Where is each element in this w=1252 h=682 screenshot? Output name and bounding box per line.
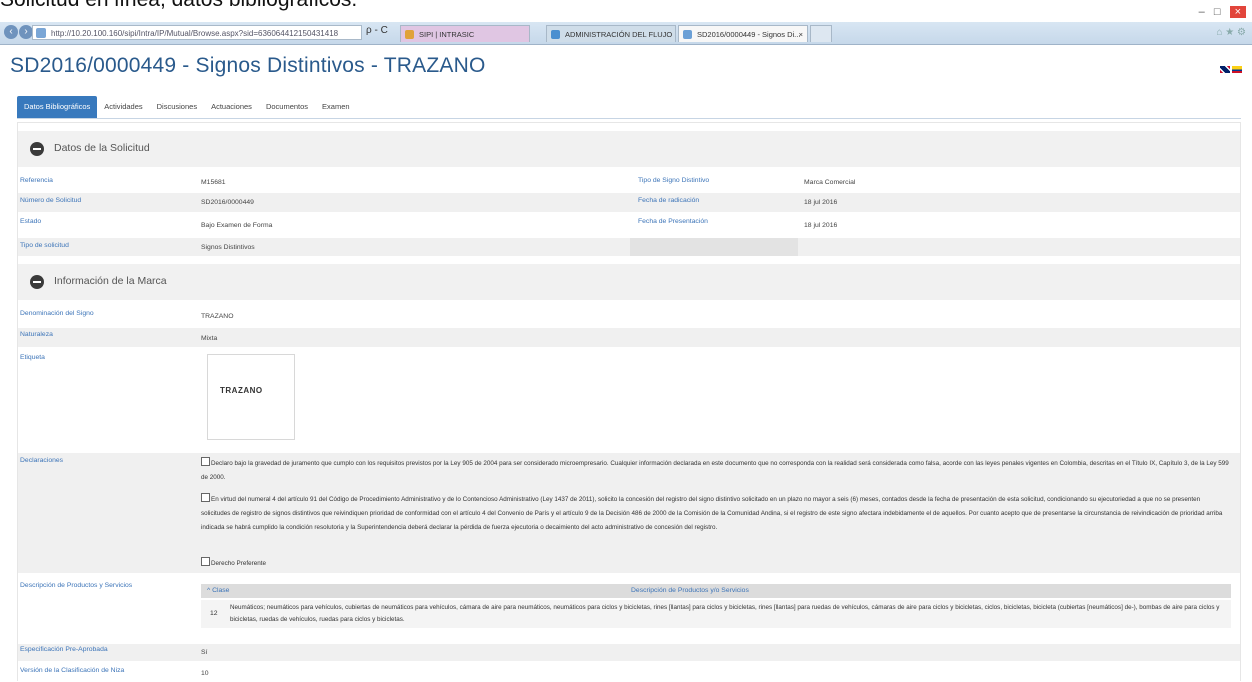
browser-toolbar: ‹ › http://10.20.100.160/sipi/Intra/IP/M… (0, 22, 1252, 45)
search-refresh-icon[interactable]: ρ - C (366, 25, 388, 36)
marca-row-declaraciones: Declaraciones Declaro bajo la gravedad d… (18, 453, 1240, 573)
field-label: Fecha de radicación (638, 197, 700, 204)
brand-label-image: TRAZANO (207, 354, 295, 440)
field-label: Especificación Pre-Aprobada (20, 646, 108, 653)
declaration-1-checkbox[interactable] (201, 457, 210, 466)
browser-tab-active[interactable]: SD2016/0000449 - Signos Di... × (678, 25, 808, 42)
field-label: Número de Solicitud (20, 197, 82, 204)
window-close-icon[interactable]: × (1229, 6, 1246, 18)
colombia-flag-icon[interactable] (1232, 66, 1242, 73)
browser-action-icons[interactable]: ⌂ ★ ⚙ (1216, 27, 1246, 38)
field-value: Mixta (201, 335, 218, 342)
derecho-preferente-label: Derecho Preferente (211, 560, 266, 567)
page-icon (36, 28, 46, 38)
solicitud-row: Referencia M15681 Tipo de Signo Distinti… (18, 173, 1240, 191)
field-label: Descripción de Productos y Servicios (20, 582, 133, 589)
tab-datos-bibliograficos[interactable]: Datos Bibliográficos (17, 96, 98, 118)
field-value: Signos Distintivos (201, 244, 255, 251)
field-value: M15681 (201, 179, 226, 186)
solicitud-row: Estado Bajo Examen de Forma Fecha de Pre… (18, 214, 1240, 236)
back-button[interactable]: ‹ (4, 25, 18, 39)
address-bar[interactable]: http://10.20.100.160/sipi/Intra/IP/Mutua… (32, 25, 362, 40)
new-tab-button[interactable] (810, 25, 832, 42)
section-title: Información de la Marca (54, 275, 167, 287)
tabs-divider (17, 118, 1241, 119)
field-label: Tipo de Signo Distintivo (638, 177, 710, 184)
field-label: Declaraciones (20, 457, 64, 464)
close-tab-icon[interactable]: × (799, 26, 803, 42)
field-label: Tipo de solicitud (20, 242, 69, 249)
field-value: 10 (201, 670, 209, 677)
marca-row-especificacion: Especificación Pre-Aprobada Sí (18, 644, 1240, 661)
field-label: Naturaleza (20, 331, 53, 338)
declaration-2-text: En virtud del numeral 4 del artículo 91 … (201, 496, 1223, 531)
section-header-marca[interactable]: Información de la Marca (18, 264, 1240, 300)
tab-actuaciones[interactable]: Actuaciones (204, 96, 259, 118)
content-panel: Datos de la Solicitud Referencia M15681 … (17, 122, 1241, 681)
table-row: 12 Neumáticos; neumáticos para vehículos… (201, 600, 1231, 628)
uk-flag-icon[interactable] (1220, 66, 1230, 73)
field-value: Sí (201, 649, 208, 656)
products-table-header: ^ Clase Descripción de Productos y/o Ser… (201, 584, 1231, 598)
marca-row-naturaleza: Naturaleza Mixta (18, 328, 1240, 347)
browser-tab-admin[interactable]: ADMINISTRACIÓN DEL FLUJO ... (546, 25, 676, 42)
tab-discusiones[interactable]: Discusiones (150, 96, 204, 118)
table-cell-descripcion: Neumáticos; neumáticos para vehículos, c… (230, 604, 1220, 623)
tab-favicon-icon (551, 30, 560, 39)
field-value: Bajo Examen de Forma (201, 222, 273, 229)
field-label: Referencia (20, 177, 53, 184)
collapse-icon[interactable] (30, 142, 44, 156)
field-value: 18 jul 2016 (804, 222, 838, 229)
minimize-icon[interactable]: – (1199, 6, 1205, 18)
field-label: Denominación del Signo (20, 310, 94, 317)
solicitud-row: Tipo de solicitud Signos Distintivos (18, 238, 1240, 256)
field-value: TRAZANO (201, 313, 234, 320)
language-flags (1218, 60, 1242, 78)
tab-examen[interactable]: Examen (315, 96, 357, 118)
tab-documentos[interactable]: Documentos (259, 96, 315, 118)
table-cell-clase: 12 (210, 610, 218, 617)
browser-tab-sipi[interactable]: SIPI | INTRASIC (400, 25, 530, 42)
column-header-clase[interactable]: ^ Clase (207, 587, 229, 594)
browser-tab-label: SD2016/0000449 - Signos Di... (697, 30, 801, 39)
record-tabs: Datos Bibliográficos Actividades Discusi… (17, 96, 357, 118)
marca-row-denominacion: Denominación del Signo TRAZANO (18, 307, 1240, 325)
marca-row-version: Versión de la Clasificación de Niza 10 (18, 664, 1240, 682)
section-title: Datos de la Solicitud (54, 142, 150, 154)
window-controls: – □ × (1193, 6, 1246, 18)
field-value: 18 jul 2016 (804, 199, 838, 206)
derecho-preferente: Derecho Preferente (201, 557, 1231, 571)
column-header-descripcion[interactable]: Descripción de Productos y/o Servicios (631, 587, 749, 594)
address-url: http://10.20.100.160/sipi/Intra/IP/Mutua… (51, 29, 339, 38)
declaration-1: Declaro bajo la gravedad de juramento qu… (201, 457, 1231, 485)
field-label: Fecha de Presentación (638, 218, 708, 225)
declaration-2-checkbox[interactable] (201, 493, 210, 502)
maximize-icon[interactable]: □ (1214, 6, 1221, 18)
tab-actividades[interactable]: Actividades (97, 96, 149, 118)
solicitud-row: Número de Solicitud SD2016/0000449 Fecha… (18, 193, 1240, 212)
field-value: SD2016/0000449 (201, 199, 254, 206)
section-header-solicitud[interactable]: Datos de la Solicitud (18, 131, 1240, 167)
browser-tab-label: ADMINISTRACIÓN DEL FLUJO ... (565, 30, 676, 39)
empty-cell (630, 238, 798, 256)
brand-logo: TRAZANO (220, 386, 263, 395)
tab-favicon-icon (683, 30, 692, 39)
collapse-icon[interactable] (30, 275, 44, 289)
field-label: Estado (20, 218, 42, 225)
page-title: SD2016/0000449 - Signos Distintivos - TR… (10, 54, 486, 77)
marca-row-productos: Descripción de Productos y Servicios ^ C… (18, 578, 1240, 634)
derecho-preferente-checkbox[interactable] (201, 557, 210, 566)
declaration-1-text: Declaro bajo la gravedad de juramento qu… (201, 460, 1229, 481)
marca-row-etiqueta: Etiqueta TRAZANO (18, 354, 1240, 446)
forward-button[interactable]: › (19, 25, 33, 39)
browser-tab-label: SIPI | INTRASIC (419, 30, 475, 39)
tab-favicon-icon (405, 30, 414, 39)
field-value: Marca Comercial (804, 179, 856, 186)
field-label: Versión de la Clasificación de Niza (20, 667, 125, 674)
field-label: Etiqueta (20, 354, 45, 361)
screenshot-caption: Solicitud en línea, datos bibliográficos… (0, 0, 357, 12)
declaration-2: En virtud del numeral 4 del artículo 91 … (201, 493, 1231, 535)
